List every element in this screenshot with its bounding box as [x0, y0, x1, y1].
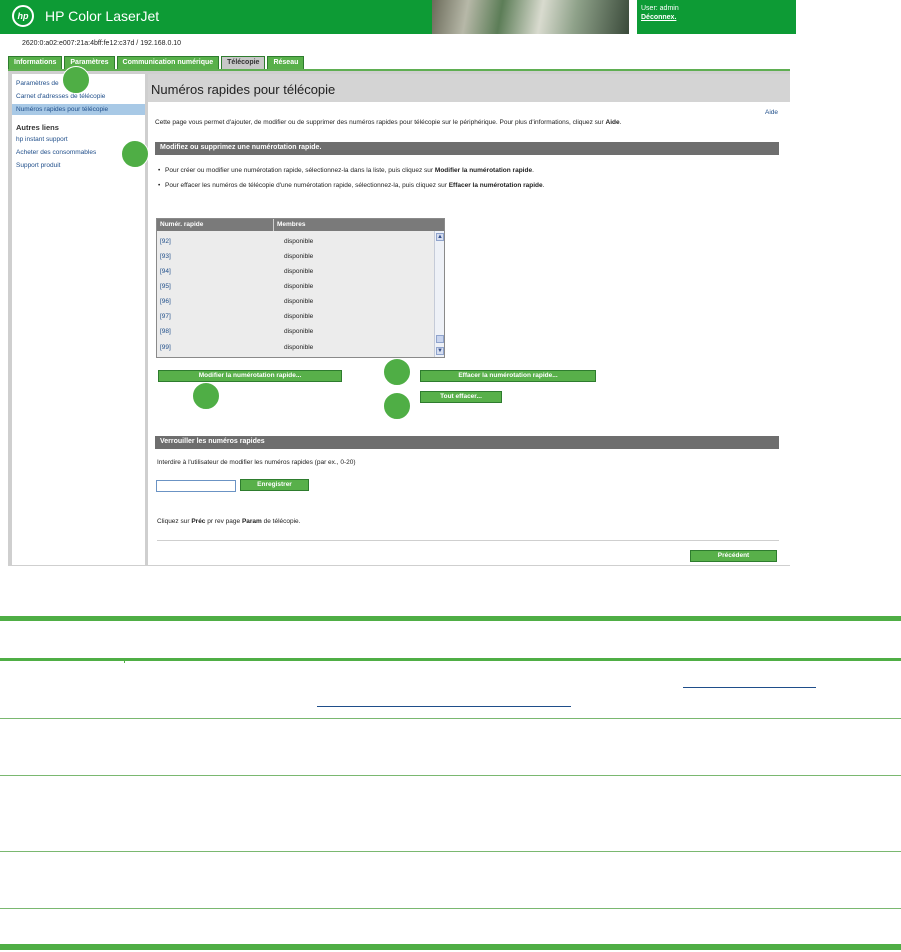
lock-range-input[interactable]	[156, 480, 236, 492]
main-content: Numéros rapides pour télécopie Aide Cett…	[148, 74, 790, 565]
footer-note: Cliquez sur Préc pr rev page Param de té…	[157, 518, 301, 525]
user-label: User: admin	[641, 5, 679, 12]
footer-divider	[157, 540, 779, 541]
tab-informations[interactable]: Informations	[8, 56, 63, 69]
list-item[interactable]: [97] disponible	[157, 309, 434, 324]
logout-link[interactable]: Déconnex.	[641, 14, 676, 21]
scroll-thumb[interactable]	[436, 335, 444, 343]
column-divider	[273, 219, 274, 231]
sidebar-item-fax-speed-dials[interactable]: Numéros rapides pour télécopie	[16, 106, 108, 113]
list-item[interactable]: [95] disponible	[157, 279, 434, 294]
table-row-divider	[0, 718, 901, 719]
callout-marker	[192, 382, 220, 410]
scroll-up-icon[interactable]: ▲	[436, 233, 444, 241]
sidebar-item-fax-settings[interactable]: Paramètres de	[16, 80, 59, 87]
sidebar-link-product-support[interactable]: Support produit	[16, 162, 60, 169]
callout-marker	[121, 140, 149, 168]
product-name: HP Color LaserJet	[45, 8, 160, 24]
intro-text: Cette page vous permet d'ajouter, de mod…	[155, 119, 622, 126]
speed-dial-list[interactable]: Numér. rapide Membres [92] disponible [93…	[156, 218, 445, 358]
table-bottom-rule	[0, 944, 901, 950]
list-item[interactable]: [96] disponible	[157, 294, 434, 309]
clear-all-button[interactable]: Tout effacer...	[420, 391, 502, 403]
list-header: Numér. rapide Membres	[157, 219, 444, 231]
hp-logo: hp	[12, 5, 34, 27]
table-header-rule	[0, 658, 901, 661]
header-gap	[629, 0, 637, 34]
callout-marker	[383, 358, 411, 386]
tab-bar: Informations Paramètres Communication nu…	[8, 56, 305, 69]
reference-link-underline[interactable]	[683, 687, 816, 688]
list-item[interactable]: [92] disponible	[157, 234, 434, 249]
sidebar-item-fax-address-book[interactable]: Carnet d'adresses de télécopie	[16, 93, 105, 100]
instruction-clear: Pour effacer les numéros de télécopie d'…	[158, 182, 544, 189]
device-address: 2620:0:a02:e007:21a:4bff:fe12:c37d / 192…	[22, 40, 182, 47]
page-title: Numéros rapides pour télécopie	[151, 82, 336, 97]
section-modify-header: Modifiez ou supprimez une numérotation r…	[155, 142, 779, 155]
callout-marker	[383, 392, 411, 420]
sidebar-link-instant-support[interactable]: hp instant support	[16, 136, 68, 143]
table-top-rule	[0, 616, 901, 621]
sidebar-other-links-heading: Autres liens	[16, 123, 59, 132]
section-lock-header: Verrouiller les numéros rapides	[155, 436, 779, 449]
lock-description: Interdire à l'utilisateur de modifier le…	[157, 459, 356, 466]
modify-speed-dial-button[interactable]: Modifier la numérotation rapide...	[158, 370, 342, 382]
reference-link-underline[interactable]	[317, 706, 571, 707]
scroll-down-icon[interactable]: ▼	[436, 347, 444, 355]
previous-button[interactable]: Précédent	[690, 550, 777, 562]
sidebar-link-buy-supplies[interactable]: Acheter des consommables	[16, 149, 96, 156]
list-item[interactable]: [98] disponible	[157, 324, 434, 339]
header-banner-image	[432, 0, 629, 34]
list-item[interactable]: [94] disponible	[157, 264, 434, 279]
save-button[interactable]: Enregistrer	[240, 479, 309, 491]
list-scrollbar[interactable]: ▲ ▼	[434, 231, 444, 357]
callout-marker	[62, 66, 90, 94]
table-row-divider	[0, 775, 901, 776]
column-header-number: Numér. rapide	[160, 221, 204, 228]
tab-communication-numerique[interactable]: Communication numérique	[116, 56, 220, 69]
help-link[interactable]: Aide	[765, 109, 778, 116]
clear-speed-dial-button[interactable]: Effacer la numérotation rapide...	[420, 370, 596, 382]
table-row-divider	[0, 908, 901, 909]
title-band: Numéros rapides pour télécopie	[148, 74, 790, 102]
tab-telecopie[interactable]: Télécopie	[221, 56, 266, 69]
instruction-modify: Pour créer ou modifier une numérotation …	[158, 167, 534, 174]
table-row-divider	[0, 851, 901, 852]
list-item[interactable]: [99] disponible	[157, 340, 434, 355]
table-column-separator	[124, 659, 125, 663]
header-bar: hp HP Color LaserJet User: admin Déconne…	[0, 0, 796, 34]
list-item[interactable]: [93] disponible	[157, 249, 434, 264]
column-header-members: Membres	[277, 221, 306, 228]
tab-reseau[interactable]: Réseau	[267, 56, 305, 69]
